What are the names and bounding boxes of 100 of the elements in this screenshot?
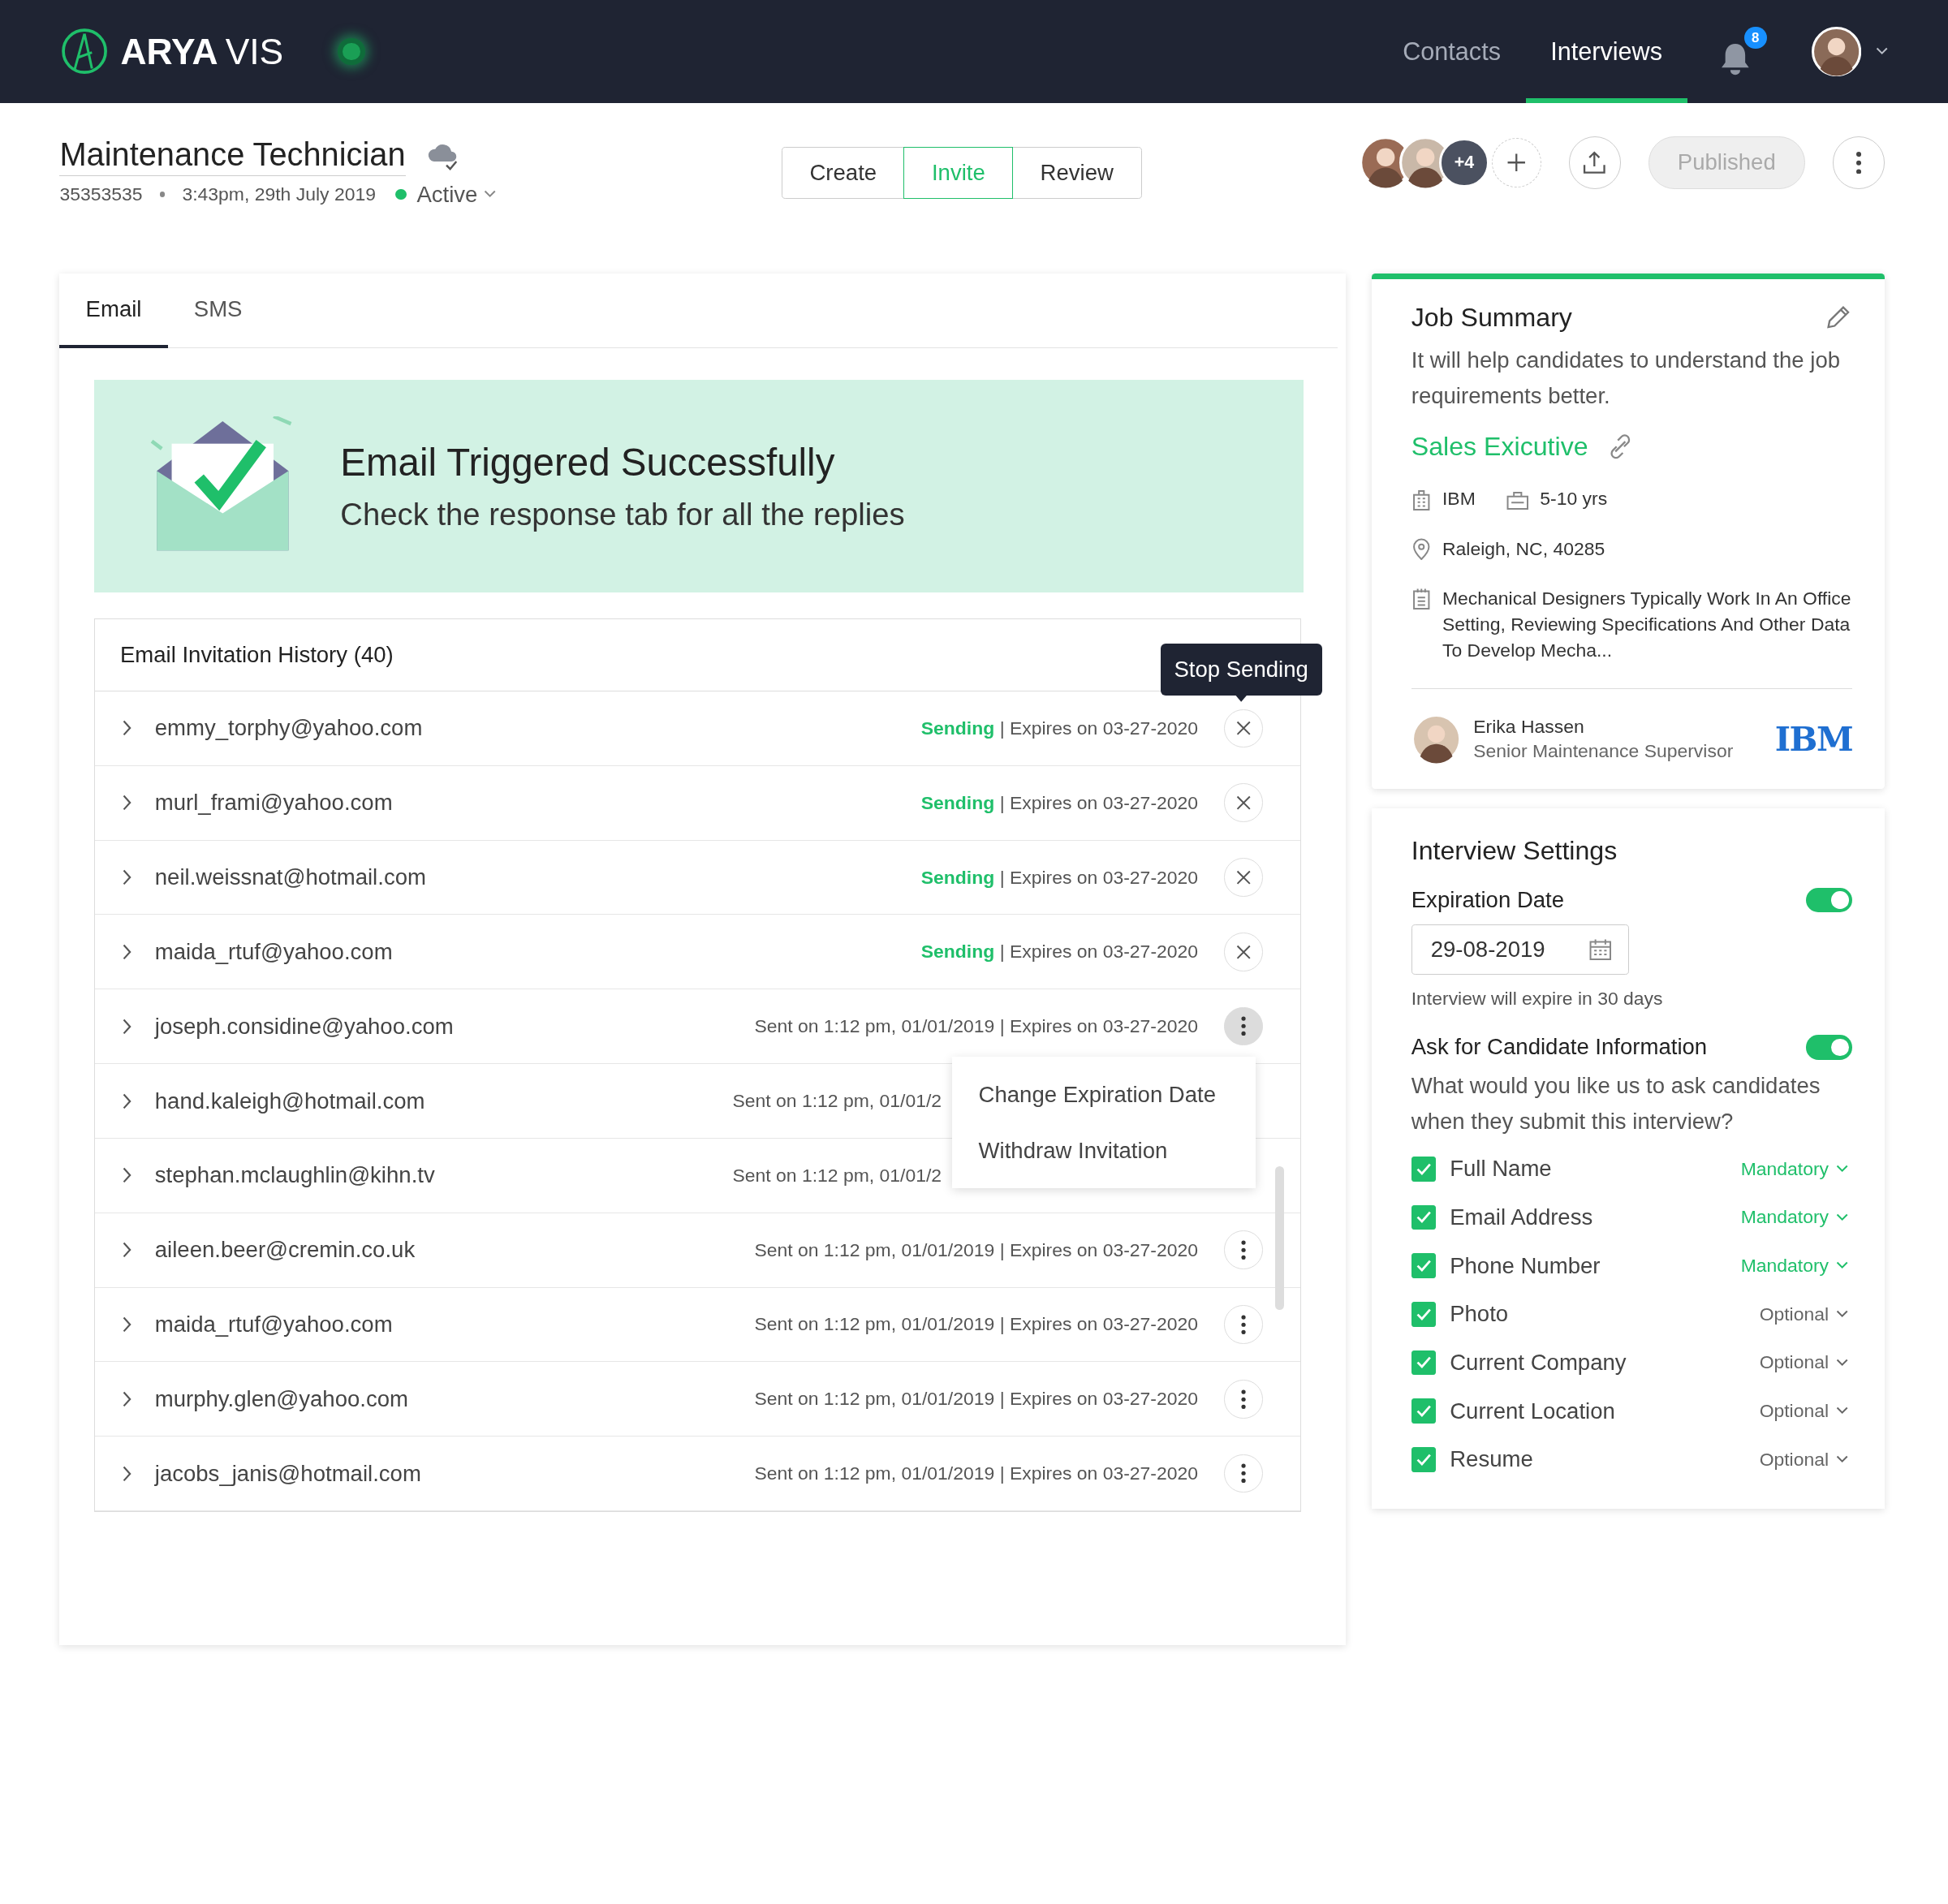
channel-tab[interactable]: SMS [167, 273, 269, 349]
menu-item[interactable]: Change Expiration Date [952, 1066, 1256, 1123]
invitation-status: Sending | Expires on 03-27-2020 [920, 717, 1199, 739]
expand-button[interactable] [123, 795, 133, 812]
summary-description: It will help candidates to understand the job requirements better. [1411, 347, 1842, 411]
more-icon [1240, 1314, 1246, 1335]
stop-button[interactable] [1224, 783, 1263, 822]
requirement-dropdown[interactable]: Optional [1759, 1400, 1853, 1423]
add-icon [1506, 153, 1527, 173]
recruiter-name: Erika Hassen [1473, 716, 1585, 738]
stop-button[interactable] [1224, 933, 1263, 971]
step-tab[interactable]: Create [781, 146, 905, 199]
nav-tab[interactable]: Contacts [1377, 0, 1526, 104]
field-label: Email Address [1450, 1204, 1593, 1230]
checkbox[interactable] [1411, 1350, 1437, 1376]
row-more-button[interactable] [1224, 1305, 1263, 1344]
chevron-right-icon [123, 1242, 133, 1259]
chevron-right-icon [123, 943, 133, 960]
card-title: Job Summary [1411, 302, 1572, 333]
check-icon [1416, 1211, 1432, 1224]
chevron-right-icon [123, 869, 133, 885]
expand-button[interactable] [123, 1092, 133, 1109]
expand-button[interactable] [123, 1316, 133, 1333]
chevron-right-icon [123, 1167, 133, 1184]
chevron-down-icon [1876, 47, 1889, 56]
chevron-right-icon [123, 1018, 133, 1035]
check-icon [1416, 1307, 1432, 1320]
location-pin-icon [1411, 537, 1432, 561]
more-icon [1240, 1463, 1246, 1484]
expand-button[interactable] [123, 1465, 133, 1482]
company-logo: IBM [1774, 719, 1853, 759]
toggle-switch[interactable] [1806, 1035, 1853, 1060]
recipient-email: maida_rtuf@yahoo.com [154, 938, 394, 965]
calendar-icon [1588, 937, 1612, 961]
chevron-down-icon [1836, 1358, 1849, 1368]
card-title: Interview Settings [1411, 835, 1618, 866]
field-label: Current Location [1450, 1398, 1615, 1424]
chevron-right-icon [123, 1092, 133, 1109]
close-icon [1235, 869, 1252, 885]
company-name: IBM [1442, 487, 1476, 511]
job-role: Sales Exicutive [1411, 432, 1588, 463]
expand-button[interactable] [123, 869, 133, 885]
setting-label: Ask for Candidate Information [1411, 1034, 1708, 1061]
row-more-button[interactable] [1224, 1380, 1263, 1419]
building-icon [1411, 489, 1432, 511]
expand-button[interactable] [123, 1167, 133, 1184]
chevron-down-icon [484, 190, 497, 199]
recipient-email: murl_frami@yahoo.com [154, 790, 394, 816]
step-tab[interactable]: Review [1011, 146, 1142, 199]
field-label: Resume [1450, 1446, 1533, 1473]
chevron-right-icon [123, 720, 133, 737]
status-dropdown[interactable]: Active [416, 181, 497, 208]
checkbox[interactable] [1411, 1253, 1437, 1278]
expand-button[interactable] [123, 1018, 133, 1035]
notepad-icon [1411, 587, 1432, 610]
requirement-dropdown[interactable]: Optional [1759, 1303, 1853, 1325]
close-icon [1235, 795, 1252, 811]
expand-button[interactable] [123, 1390, 133, 1407]
chevron-down-icon [1836, 1261, 1849, 1270]
menu-item[interactable]: Withdraw Invitation [952, 1122, 1256, 1178]
channel-tab[interactable]: Email [59, 273, 168, 349]
expand-button[interactable] [123, 1242, 133, 1259]
row-more-button[interactable] [1224, 1230, 1263, 1269]
recipient-email: murphy.glen@yahoo.com [154, 1385, 410, 1412]
date-field[interactable]: 29-08-2019 [1411, 924, 1629, 976]
checkbox[interactable] [1411, 1156, 1437, 1182]
chevron-right-icon [123, 1316, 133, 1333]
invitation-status: Sent on 1:12 pm, 01/01/2019 | Expires on 03-27-2020 [754, 1388, 1199, 1411]
setting-label: Expiration Date [1411, 886, 1565, 913]
close-icon [1235, 944, 1252, 959]
job-id: 35353535 [59, 183, 143, 205]
field-label: Current Company [1450, 1350, 1627, 1376]
chevron-down-icon [1836, 1164, 1849, 1174]
stop-button[interactable] [1224, 858, 1263, 897]
recipient-email: aileen.beer@cremin.co.uk [154, 1237, 416, 1264]
recipient-email: hand.kaleigh@hotmail.com [154, 1088, 426, 1114]
checkbox[interactable] [1411, 1398, 1437, 1424]
close-icon [1235, 721, 1252, 736]
tooltip-arrow [1233, 693, 1249, 702]
upload-icon [1582, 150, 1608, 175]
job-details: Mechanical Designers Typically Work In An Office Setting, Reviewing Specifications And Other Data To Develop Mecha... [1442, 586, 1852, 663]
check-icon [1416, 1453, 1432, 1466]
expiration-hint: Interview will expire in 30 days [1411, 987, 1664, 1010]
checkbox[interactable] [1411, 1302, 1437, 1327]
scrollbar[interactable] [1275, 1165, 1285, 1311]
banner-title: Email Triggered Successfully [340, 440, 836, 485]
checkbox[interactable] [1411, 1447, 1437, 1472]
recruiter-role: Senior Maintenance Supervisor [1473, 740, 1734, 763]
checkbox[interactable] [1411, 1204, 1437, 1230]
check-icon [1416, 1356, 1432, 1369]
toggle-switch[interactable] [1806, 887, 1853, 913]
expand-button[interactable] [123, 943, 133, 960]
job-datetime: 3:43pm, 29th July 2019 [182, 183, 376, 205]
requirement-dropdown[interactable]: Optional [1759, 1351, 1853, 1374]
recipient-email: jacobs_janis@hotmail.com [154, 1460, 422, 1487]
nav-tab[interactable]: Interviews [1525, 0, 1687, 104]
requirement-dropdown[interactable]: Optional [1759, 1448, 1853, 1471]
expand-button[interactable] [123, 720, 133, 737]
field-label: Full Name [1450, 1156, 1552, 1182]
logo-icon [61, 28, 109, 75]
